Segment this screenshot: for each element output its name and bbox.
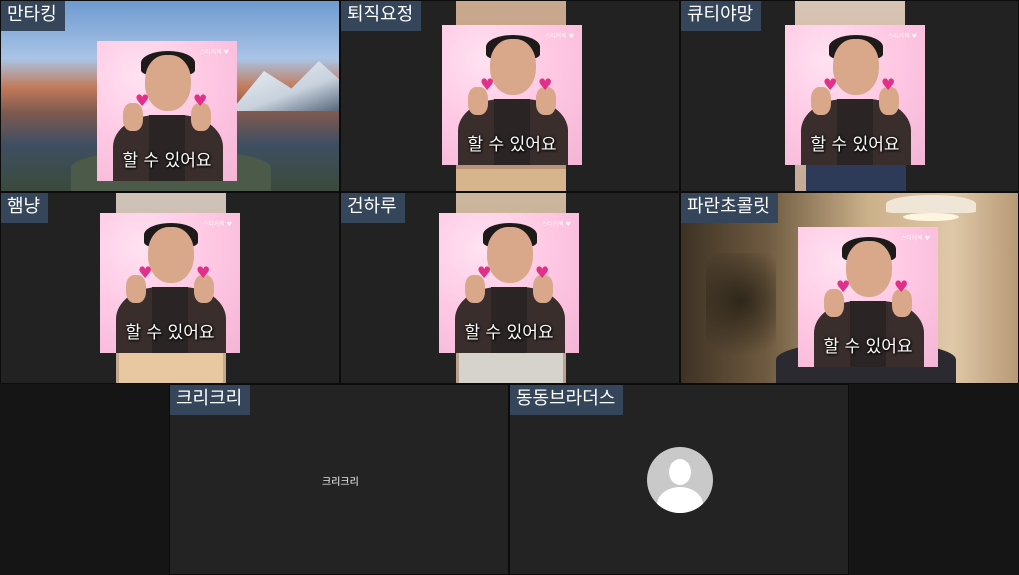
sticker-watermark: 스티커팩 ♥	[887, 33, 917, 40]
plant-shadow	[706, 253, 776, 373]
heart-icon: ♥	[477, 263, 492, 282]
participant-center-name: 크리크리	[322, 477, 359, 488]
finger-heart-sticker: ♥ ♥ 스티커팩 ♥ 할 수 있어요	[785, 25, 925, 165]
sticker-caption: 할 수 있어요	[464, 323, 554, 343]
desk-background	[456, 169, 566, 191]
finger-heart-sticker: ♥ ♥ 스티커팩 ♥ 할 수 있어요	[100, 213, 240, 353]
ceiling-lamp	[886, 195, 976, 213]
finger-heart-sticker: ♥ ♥ 스티커팩 ♥ 할 수 있어요	[798, 227, 938, 367]
participant-name: 크리크리	[170, 385, 251, 415]
hair-area	[119, 353, 223, 383]
video-tile-geonharu[interactable]: ♥ ♥ 스티커팩 ♥ 할 수 있어요 건하루	[340, 192, 680, 384]
video-tile-haemnyang[interactable]: ♥ ♥ 스티커팩 ♥ 할 수 있어요 햄냥	[0, 192, 340, 384]
heart-icon: ♥	[535, 263, 550, 282]
heart-icon: ♥	[138, 263, 153, 282]
heart-icon: ♥	[193, 91, 208, 110]
video-tile-dongdong-brothers[interactable]: 동동브라더스	[509, 384, 849, 575]
sticker-caption: 할 수 있어요	[122, 151, 212, 171]
sticker-caption: 할 수 있어요	[823, 337, 913, 357]
default-user-avatar-icon	[647, 447, 713, 513]
video-tile-toejik-yojeong[interactable]: ♥ ♥ 스티커팩 ♥ 할 수 있어요 퇴직요정	[340, 0, 680, 192]
participant-name: 큐티야망	[681, 1, 762, 31]
heart-icon: ♥	[894, 277, 909, 296]
heart-icon: ♥	[135, 91, 150, 110]
shirt-area	[459, 353, 563, 383]
video-tile-cutie-yamang[interactable]: ♥ ♥ 스티커팩 ♥ 할 수 있어요 큐티야망	[680, 0, 1019, 192]
sticker-watermark: 스티커팩 ♥	[199, 49, 229, 56]
sticker-watermark: 스티커팩 ♥	[541, 221, 571, 228]
heart-icon: ♥	[881, 75, 896, 94]
finger-heart-sticker: ♥ ♥ 스티커팩 ♥ 할 수 있어요	[97, 41, 237, 181]
participant-name: 건하루	[341, 193, 405, 223]
video-tile-krikri[interactable]: 크리크리 크리크리	[169, 384, 509, 575]
sticker-caption: 할 수 있어요	[125, 323, 215, 343]
heart-icon: ♥	[538, 75, 553, 94]
sweater-area	[806, 165, 906, 191]
heart-icon: ♥	[480, 75, 495, 94]
lamp-glow	[903, 213, 959, 221]
participant-name: 퇴직요정	[341, 1, 422, 31]
heart-icon: ♥	[196, 263, 211, 282]
video-tile-paran-chocolate[interactable]: ♥ ♥ 스티커팩 ♥ 할 수 있어요 파란초콜릿	[680, 192, 1019, 384]
participant-name: 햄냥	[1, 193, 49, 223]
sticker-caption: 할 수 있어요	[810, 135, 900, 155]
heart-icon: ♥	[823, 75, 838, 94]
heart-icon: ♥	[836, 277, 851, 296]
sticker-watermark: 스티커팩 ♥	[900, 235, 930, 242]
participant-name: 파란초콜릿	[681, 193, 778, 223]
video-grid: ♥ ♥ 스티커팩 ♥ 할 수 있어요 만타킹 ♥ ♥ 스티커팩 ♥ 할 수 있어…	[0, 0, 1019, 575]
sticker-caption: 할 수 있어요	[467, 135, 557, 155]
participant-name: 만타킹	[1, 1, 65, 31]
participant-name: 동동브라더스	[510, 385, 624, 415]
video-tile-mantaking[interactable]: ♥ ♥ 스티커팩 ♥ 할 수 있어요 만타킹	[0, 0, 340, 192]
sticker-watermark: 스티커팩 ♥	[544, 33, 574, 40]
finger-heart-sticker: ♥ ♥ 스티커팩 ♥ 할 수 있어요	[442, 25, 582, 165]
finger-heart-sticker: ♥ ♥ 스티커팩 ♥ 할 수 있어요	[439, 213, 579, 353]
sticker-watermark: 스티커팩 ♥	[202, 221, 232, 228]
